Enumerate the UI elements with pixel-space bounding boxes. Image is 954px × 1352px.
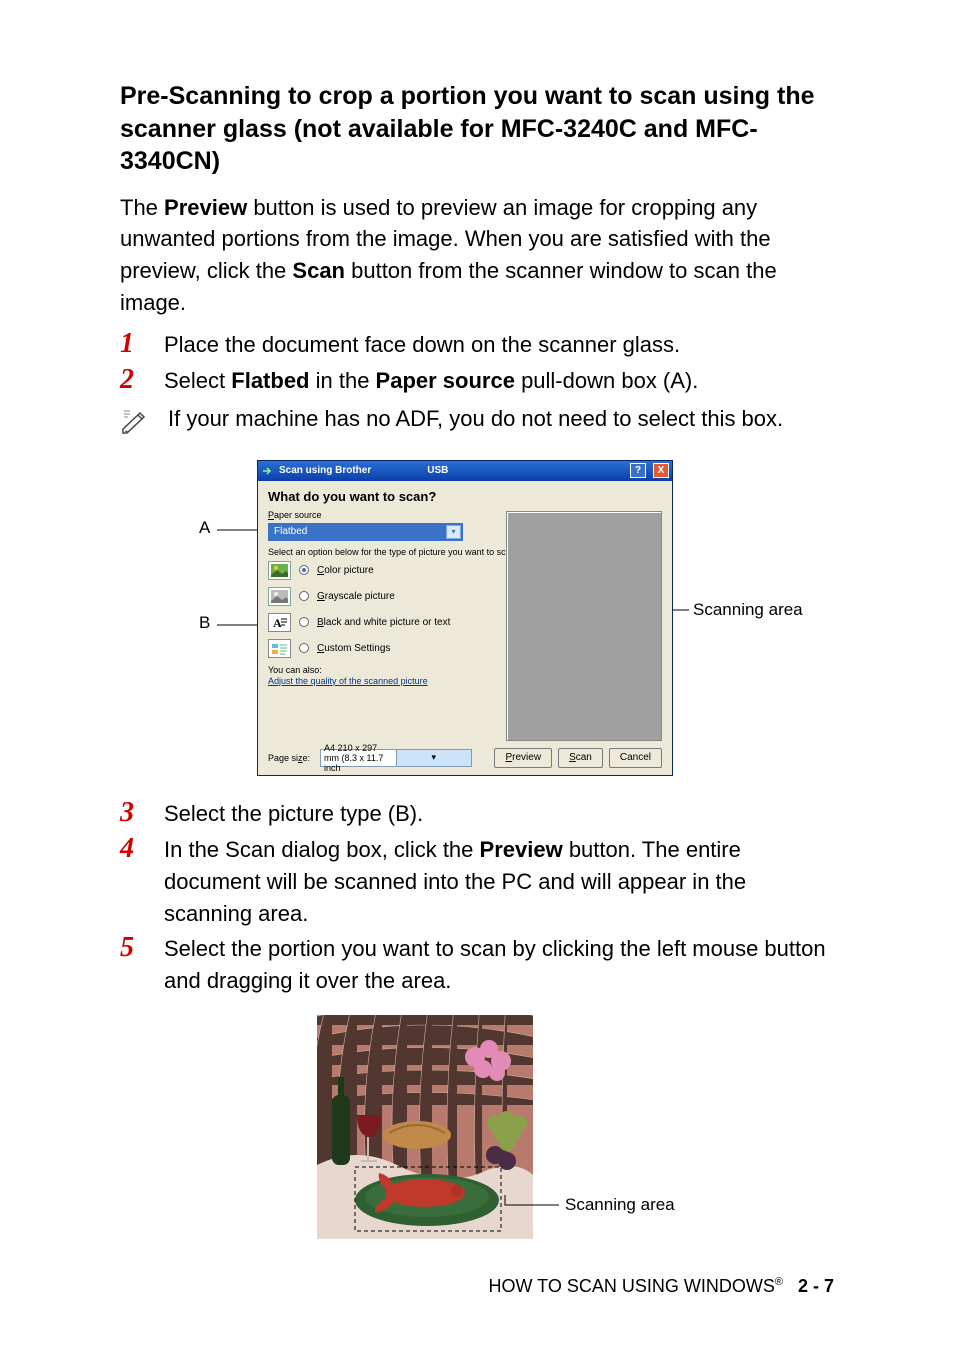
step-5: 5 Select the portion you want to scan by… (120, 933, 834, 997)
registered-mark: ® (775, 1276, 783, 1288)
chevron-down-icon[interactable]: ▾ (446, 525, 461, 539)
page-size-value: A4 210 x 297 mm (8.3 x 11.7 inch (321, 743, 396, 773)
step-1-text: Place the document face down on the scan… (164, 329, 834, 361)
option-custom-label: Custom Settings (317, 643, 390, 654)
custom-settings-icon (268, 639, 291, 658)
scanning-area-callout-1: Scanning area (693, 600, 803, 620)
option-color-label: Color picture (317, 565, 374, 576)
step-4a: In the Scan dialog box, click the (164, 837, 480, 862)
step-3-number: 3 (120, 798, 146, 829)
intro-paragraph: The Preview button is used to preview an… (120, 192, 834, 320)
step-2c: in the (310, 368, 376, 393)
grayscale-picture-icon (268, 587, 291, 606)
step-2a: Select (164, 368, 231, 393)
step-2b: Flatbed (231, 368, 309, 393)
titlebar-arrow-icon (263, 466, 273, 476)
page-footer: HOW TO SCAN USING WINDOWS® 2 - 7 (0, 1276, 954, 1297)
scan-dialog-window: Scan using Brother USB ? X What do you w… (257, 460, 673, 776)
page-size-combo[interactable]: A4 210 x 297 mm (8.3 x 11.7 inch ▾ (320, 749, 472, 767)
step-2-text: Select Flatbed in the Paper source pull-… (164, 365, 834, 397)
color-picture-icon (268, 561, 291, 580)
step-3: 3 Select the picture type (B). (120, 798, 834, 830)
step-1: 1 Place the document face down on the sc… (120, 329, 834, 361)
page-size-label: Page size: (268, 753, 310, 763)
intro-text-1: The (120, 195, 164, 220)
svg-text:A: A (273, 616, 282, 630)
step-2: 2 Select Flatbed in the Paper source pul… (120, 365, 834, 397)
bw-text-icon: A (268, 613, 291, 632)
radio-color[interactable] (299, 565, 309, 575)
option-bw-label: Black and white picture or text (317, 617, 450, 628)
step-4-text: In the Scan dialog box, click the Previe… (164, 834, 834, 930)
titlebar-help-button[interactable]: ? (630, 463, 646, 478)
section-heading: Pre-Scanning to crop a portion you want … (120, 80, 834, 178)
titlebar-close-button[interactable]: X (653, 463, 669, 478)
step-2e: pull-down box (A). (515, 368, 698, 393)
step-4-number: 4 (120, 834, 146, 865)
step-2d: Paper source (376, 368, 515, 393)
step-4b: Preview (480, 837, 563, 862)
radio-grayscale[interactable] (299, 591, 309, 601)
paper-source-value: Flatbed (270, 526, 446, 537)
scan-dialog-figure: A B Scanning area Scan using Brother USB… (157, 460, 797, 780)
radio-custom[interactable] (299, 643, 309, 653)
dialog-titlebar: Scan using Brother USB ? X (258, 461, 672, 481)
scanning-area-callout-2: Scanning area (565, 1195, 675, 1215)
paper-source-combo[interactable]: Flatbed ▾ (268, 523, 463, 541)
dialog-title: Scan using Brother (279, 465, 371, 476)
note-row: If your machine has no ADF, you do not n… (120, 403, 834, 440)
callout-a: A (199, 518, 210, 538)
scan-bold: Scan (292, 258, 345, 283)
adjust-quality-link[interactable]: Adjust the quality of the scanned pictur… (268, 676, 428, 686)
step-2-number: 2 (120, 365, 146, 396)
step-4: 4 In the Scan dialog box, click the Prev… (120, 834, 834, 930)
scan-button[interactable]: Scan (558, 748, 603, 768)
option-grayscale-label: Grayscale picture (317, 591, 395, 602)
footer-text: HOW TO SCAN USING WINDOWS (489, 1276, 775, 1296)
dialog-usb-label: USB (427, 465, 448, 476)
step-1-number: 1 (120, 329, 146, 360)
chevron-down-icon[interactable]: ▾ (396, 750, 472, 766)
preview-photo-figure: Scanning area (177, 1015, 777, 1255)
note-icon (120, 405, 154, 440)
preview-bold: Preview (164, 195, 247, 220)
preview-button[interactable]: Preview (494, 748, 552, 768)
dialog-question: What do you want to scan? (268, 489, 662, 504)
radio-bw[interactable] (299, 617, 309, 627)
step-5-text: Select the portion you want to scan by c… (164, 933, 834, 997)
step-5-number: 5 (120, 933, 146, 964)
callout-b: B (199, 613, 210, 633)
step-3-text: Select the picture type (B). (164, 798, 834, 830)
preview-area[interactable] (506, 511, 662, 741)
page-number: 2 - 7 (798, 1276, 834, 1296)
cancel-button[interactable]: Cancel (609, 748, 662, 768)
note-text: If your machine has no ADF, you do not n… (168, 403, 783, 435)
